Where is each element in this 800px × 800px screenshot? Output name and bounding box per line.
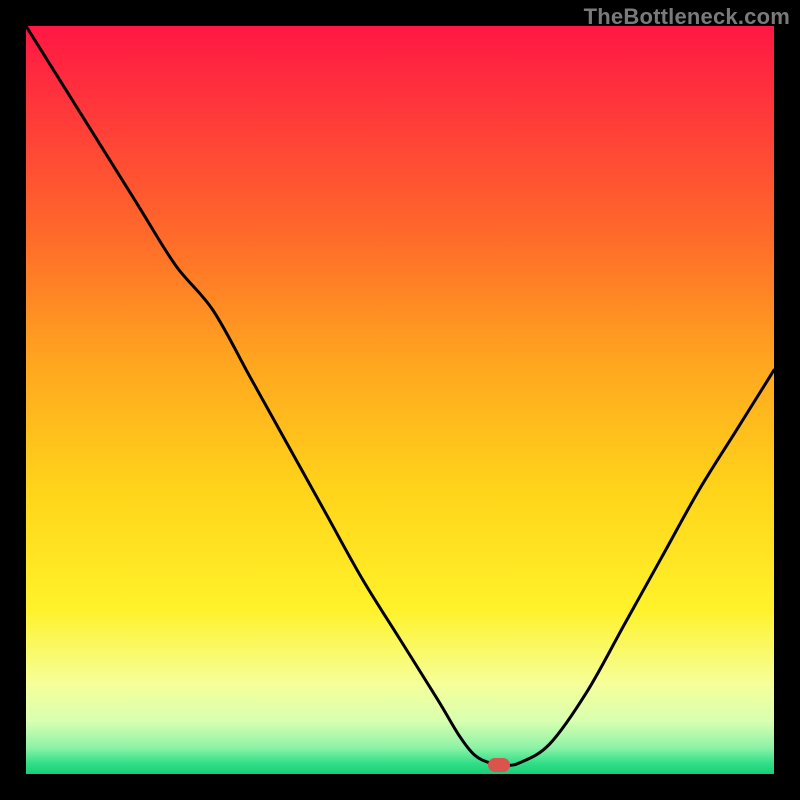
bottleneck-curve xyxy=(26,26,774,774)
watermark-text: TheBottleneck.com xyxy=(584,4,790,30)
plot-area xyxy=(26,26,774,774)
optimal-point-marker xyxy=(488,758,510,772)
chart-frame: TheBottleneck.com xyxy=(0,0,800,800)
